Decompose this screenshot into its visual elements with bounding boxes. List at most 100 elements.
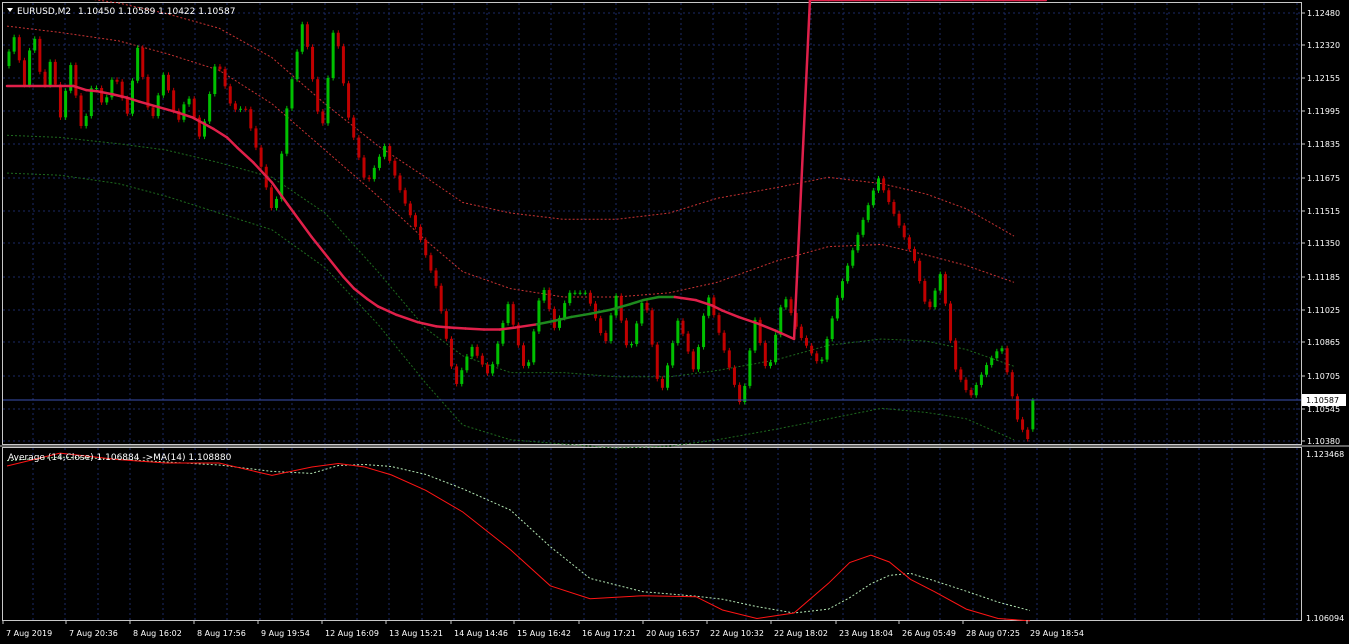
ma-segment bbox=[464, 327, 486, 331]
candle-body bbox=[650, 310, 654, 345]
candle-body bbox=[223, 69, 227, 87]
candle-body bbox=[218, 66, 222, 70]
candle-body bbox=[578, 292, 582, 294]
upper-band-inner bbox=[6, 25, 1015, 298]
candle-body bbox=[151, 107, 155, 116]
ma-segment bbox=[448, 326, 467, 330]
candle-body bbox=[89, 88, 93, 117]
ma-segment bbox=[366, 297, 380, 308]
candle-body bbox=[398, 175, 402, 191]
candle-body bbox=[17, 37, 21, 61]
time-tick-label: 22 Aug 18:02 bbox=[774, 629, 828, 638]
candle-body bbox=[789, 299, 793, 313]
ma-segment bbox=[570, 312, 592, 319]
time-tick-label: 29 Aug 18:54 bbox=[1030, 629, 1084, 638]
symbol-menu-triangle-icon[interactable] bbox=[7, 8, 13, 12]
candle-body bbox=[835, 297, 839, 319]
candle-body bbox=[511, 304, 515, 325]
candle-body bbox=[53, 61, 57, 85]
time-tick-label: 13 Aug 15:21 bbox=[389, 629, 443, 638]
time-tick-label: 28 Aug 07:25 bbox=[966, 629, 1020, 638]
ma-segment bbox=[111, 93, 128, 99]
candle-body bbox=[614, 295, 618, 316]
ma-segment bbox=[212, 127, 229, 139]
candle-body bbox=[1031, 400, 1035, 430]
candle-body bbox=[295, 51, 299, 80]
candle-body bbox=[187, 98, 191, 105]
candle-body bbox=[228, 86, 232, 104]
main-panel-frame bbox=[2, 2, 1302, 445]
ma-segment bbox=[721, 309, 740, 319]
candle-body bbox=[804, 337, 808, 346]
ma-segment bbox=[352, 287, 369, 301]
candle-body bbox=[7, 51, 11, 66]
candle-body bbox=[115, 79, 119, 82]
candle-body bbox=[1026, 429, 1030, 440]
candle-body bbox=[594, 303, 598, 319]
candle-body bbox=[48, 61, 52, 86]
candle-body bbox=[902, 225, 906, 238]
candle-body bbox=[213, 66, 217, 94]
candle-body bbox=[887, 190, 891, 203]
candle-body bbox=[413, 215, 417, 227]
candle-body bbox=[542, 290, 546, 301]
candle-body bbox=[249, 109, 253, 129]
candle-body bbox=[367, 177, 371, 180]
candle-body bbox=[532, 331, 536, 363]
candle-body bbox=[635, 323, 639, 345]
candle-body bbox=[485, 364, 489, 374]
time-tick-label: 7 Aug 20:36 bbox=[69, 629, 118, 638]
candle-body bbox=[64, 90, 68, 118]
price-tick-label: 1.11995 bbox=[1307, 107, 1340, 116]
candle-body bbox=[141, 47, 145, 77]
candle-body bbox=[537, 300, 541, 332]
ma-segment bbox=[310, 235, 329, 259]
price-tick-label: 1.10380 bbox=[1307, 437, 1340, 446]
candle-body bbox=[172, 90, 176, 111]
candle-body bbox=[985, 365, 989, 375]
candle-body bbox=[316, 79, 320, 112]
candle-body bbox=[784, 299, 788, 308]
candle-body bbox=[660, 378, 664, 388]
candle-body bbox=[573, 292, 577, 294]
candle-body bbox=[655, 344, 659, 379]
candle-body bbox=[347, 83, 351, 118]
ma-segment bbox=[342, 275, 356, 290]
price-tick-label: 1.11515 bbox=[1307, 207, 1340, 216]
candle-body bbox=[748, 350, 752, 386]
candle-body bbox=[362, 157, 366, 178]
candle-body bbox=[455, 366, 459, 384]
candle-body bbox=[547, 290, 551, 309]
price-axis: 1.12480 1.12320 1.12155 1.11995 1.11835 1.116… bbox=[1301, 9, 1340, 446]
candle-body bbox=[974, 384, 978, 396]
candle-body bbox=[166, 74, 170, 91]
candle-body bbox=[419, 226, 423, 240]
candle-body bbox=[990, 358, 994, 366]
time-tick-label: 12 Aug 16:09 bbox=[325, 629, 379, 638]
candle-body bbox=[604, 333, 608, 342]
candle-body bbox=[58, 84, 62, 118]
candle-body bbox=[259, 147, 263, 167]
time-tick-label: 20 Aug 16:57 bbox=[646, 629, 700, 638]
candle-body bbox=[305, 24, 309, 47]
candle-body bbox=[1021, 419, 1025, 430]
candle-body bbox=[938, 274, 942, 291]
candle-body bbox=[300, 24, 304, 52]
candle-body bbox=[388, 146, 392, 161]
candle-body bbox=[599, 318, 603, 333]
candle-body bbox=[326, 78, 330, 124]
ma-segment bbox=[286, 203, 313, 239]
candle-body bbox=[681, 320, 685, 334]
candle-body bbox=[702, 315, 706, 348]
ma-segment bbox=[236, 146, 255, 164]
candle-body bbox=[846, 265, 850, 282]
candle-body bbox=[352, 117, 356, 138]
candles bbox=[7, 21, 1035, 442]
current-price-label: 1.10587 bbox=[1306, 396, 1339, 405]
ma-segment bbox=[435, 325, 451, 329]
ma-segment bbox=[792, 0, 812, 341]
indicator-grid bbox=[32, 448, 1298, 620]
candle-body bbox=[563, 303, 567, 318]
symbol-label[interactable]: EURUSD,M2 bbox=[17, 7, 71, 17]
indicator-top-label: 1.123468 bbox=[1306, 450, 1344, 459]
